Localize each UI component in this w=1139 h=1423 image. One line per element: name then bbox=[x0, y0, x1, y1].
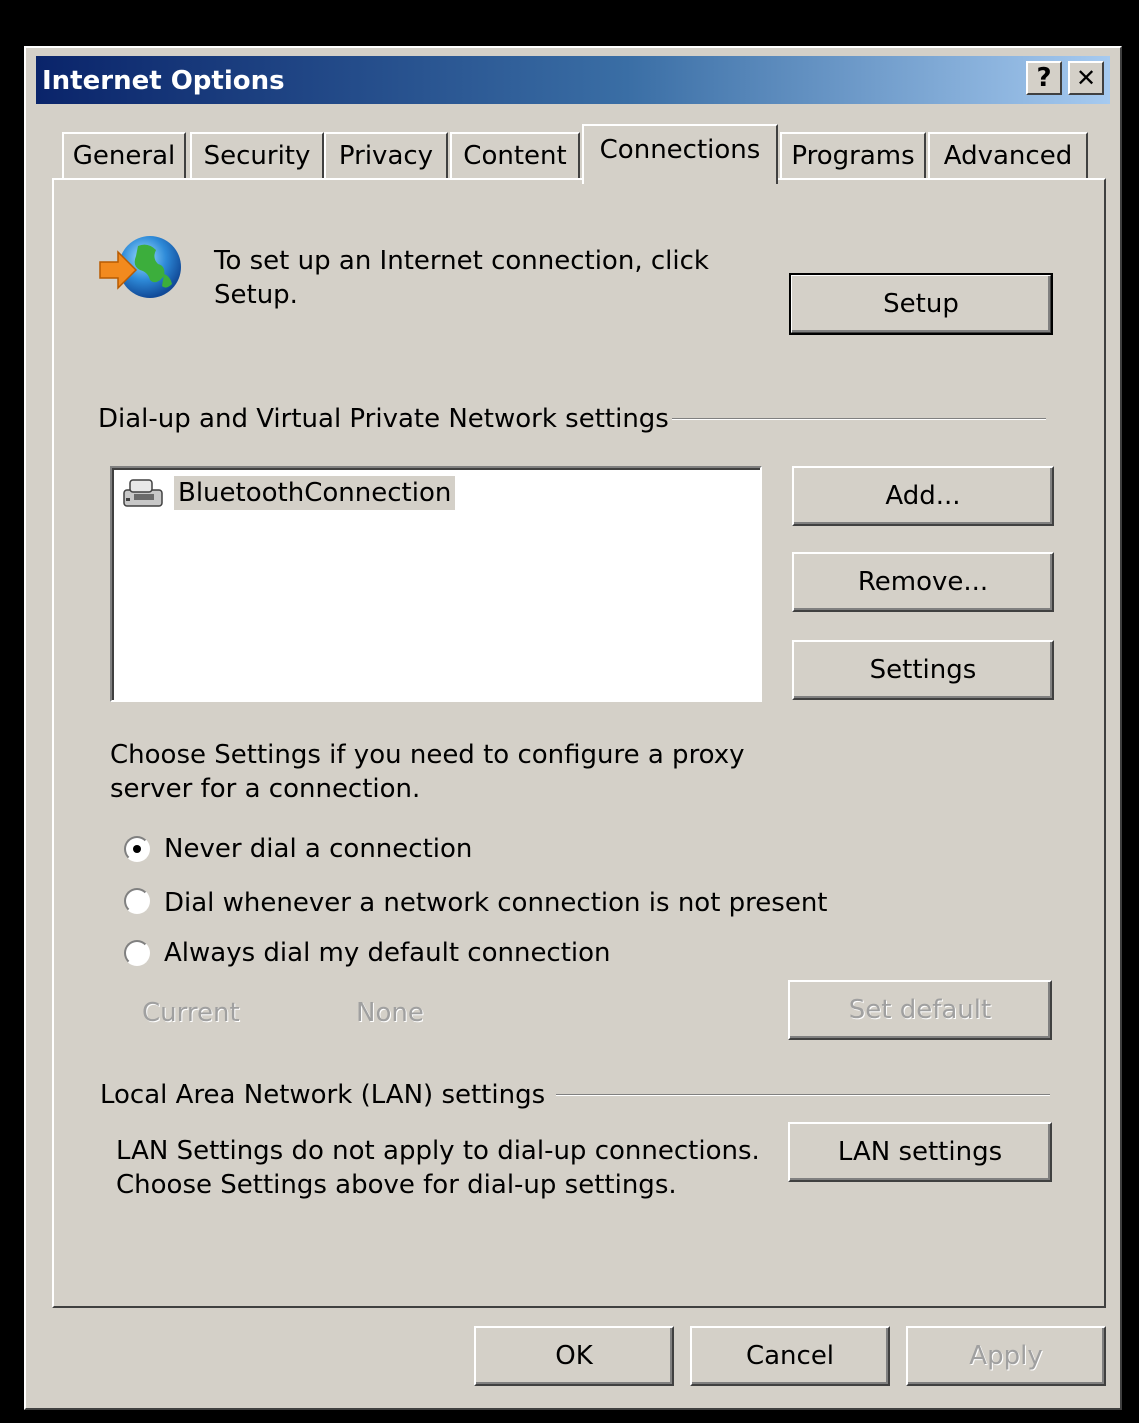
radio-dial-whenever[interactable] bbox=[124, 888, 150, 914]
internet-options-dialog: Internet Options ? ✕ General Security Pr… bbox=[24, 46, 1122, 1410]
apply-button[interactable]: Apply bbox=[906, 1326, 1106, 1386]
window-title: Internet Options bbox=[42, 66, 285, 96]
dialup-group-heading: Dial-up and Virtual Private Network sett… bbox=[98, 404, 669, 434]
lan-text-line1: LAN Settings do not apply to dial-up con… bbox=[116, 1136, 760, 1166]
internet-connection-icon bbox=[99, 236, 181, 298]
remove-button[interactable]: Remove... bbox=[792, 552, 1054, 612]
current-label: Current bbox=[142, 998, 240, 1028]
tab-advanced[interactable]: Advanced bbox=[928, 132, 1088, 180]
radio-never-dial-label[interactable]: Never dial a connection bbox=[164, 834, 472, 864]
radio-always-dial-label[interactable]: Always dial my default connection bbox=[164, 938, 611, 968]
connections-list[interactable]: BluetoothConnection bbox=[110, 466, 762, 702]
lan-settings-button[interactable]: LAN settings bbox=[788, 1122, 1052, 1182]
tab-privacy[interactable]: Privacy bbox=[324, 132, 448, 180]
connection-name: BluetoothConnection bbox=[174, 476, 456, 510]
setup-text-line2: Setup. bbox=[214, 280, 298, 310]
close-button[interactable]: ✕ bbox=[1068, 61, 1104, 95]
cancel-button[interactable]: Cancel bbox=[690, 1326, 890, 1386]
proxy-text-line2: server for a connection. bbox=[110, 774, 421, 804]
title-bar[interactable]: Internet Options ? ✕ bbox=[36, 56, 1110, 104]
tab-content[interactable]: Content bbox=[450, 132, 580, 180]
dialup-connection-icon bbox=[123, 479, 163, 507]
lan-group-divider bbox=[556, 1094, 1050, 1096]
radio-never-dial[interactable] bbox=[124, 836, 150, 862]
tab-general[interactable]: General bbox=[62, 132, 186, 180]
proxy-text-line1: Choose Settings if you need to configure… bbox=[110, 740, 745, 770]
setup-button[interactable]: Setup bbox=[789, 273, 1053, 335]
set-default-button[interactable]: Set default bbox=[788, 980, 1052, 1040]
settings-button[interactable]: Settings bbox=[792, 640, 1054, 700]
lan-text-line2: Choose Settings above for dial-up settin… bbox=[116, 1170, 677, 1200]
radio-selected-dot bbox=[133, 845, 141, 853]
setup-text-line1: To set up an Internet connection, click bbox=[214, 246, 709, 276]
radio-always-dial[interactable] bbox=[124, 940, 150, 966]
dialup-group-divider bbox=[672, 418, 1046, 420]
ok-button[interactable]: OK bbox=[474, 1326, 674, 1386]
help-button[interactable]: ? bbox=[1026, 61, 1062, 95]
tab-programs[interactable]: Programs bbox=[780, 132, 926, 180]
lan-group-heading: Local Area Network (LAN) settings bbox=[100, 1080, 546, 1110]
tab-connections[interactable]: Connections bbox=[582, 124, 778, 184]
radio-dial-whenever-label[interactable]: Dial whenever a network connection is no… bbox=[164, 888, 828, 918]
add-button[interactable]: Add... bbox=[792, 466, 1054, 526]
current-value: None bbox=[356, 998, 424, 1028]
tab-security[interactable]: Security bbox=[190, 132, 324, 180]
connections-panel: To set up an Internet connection, click … bbox=[52, 178, 1106, 1308]
